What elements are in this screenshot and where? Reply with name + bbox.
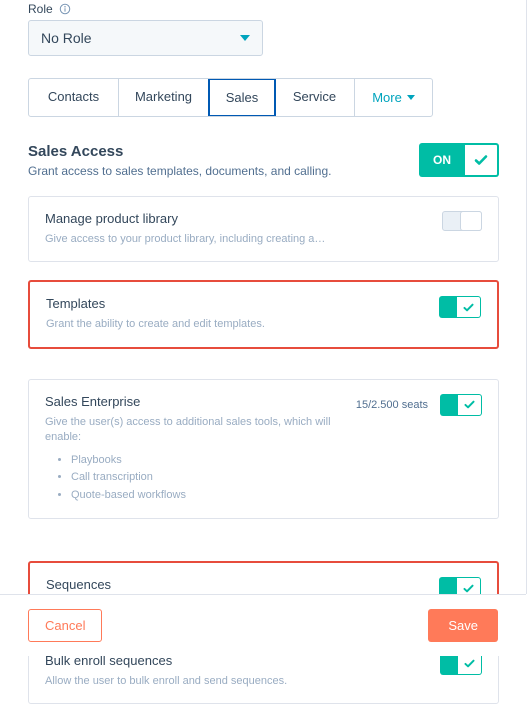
cancel-button[interactable]: Cancel <box>28 609 102 642</box>
tab-more-label: More <box>372 90 402 105</box>
footer-bar: Cancel Save <box>0 594 526 656</box>
product-library-toggle[interactable] <box>442 211 482 231</box>
category-tabs: Contacts Marketing Sales Service More <box>28 78 433 117</box>
bullet-item: Playbooks <box>71 452 344 470</box>
bullet-item: Quote-based workflows <box>71 487 344 505</box>
role-select[interactable]: No Role <box>28 20 263 56</box>
tab-more[interactable]: More <box>355 79 432 116</box>
check-icon <box>457 296 481 318</box>
seats-count: 15/2.500 seats <box>356 399 428 411</box>
card-desc: Grant the ability to create and edit tem… <box>46 317 265 332</box>
card-title: Sales Enterprise <box>45 394 344 409</box>
card-desc: Give access to your product library, inc… <box>45 232 325 247</box>
card-desc: Allow the user to bulk enroll and send s… <box>45 674 287 689</box>
role-select-value: No Role <box>41 30 92 46</box>
check-icon <box>465 143 499 177</box>
toggle-knob <box>460 211 482 231</box>
check-icon <box>458 394 482 416</box>
info-icon[interactable] <box>59 3 71 15</box>
enterprise-toggle[interactable] <box>440 394 482 416</box>
sales-access-title: Sales Access <box>28 143 332 160</box>
card-desc: Give the user(s) access to additional sa… <box>45 415 344 446</box>
bulk-enroll-toggle[interactable] <box>440 653 482 675</box>
card-title: Manage product library <box>45 211 325 226</box>
card-title: Sequences <box>46 577 267 592</box>
role-label: Role <box>28 2 53 16</box>
templates-toggle[interactable] <box>439 296 481 318</box>
save-button[interactable]: Save <box>428 609 498 642</box>
tab-service[interactable]: Service <box>275 79 355 116</box>
card-product-library: Manage product library Give access to yo… <box>28 196 499 262</box>
chevron-down-icon <box>407 95 415 100</box>
tab-marketing[interactable]: Marketing <box>119 79 209 116</box>
card-templates: Templates Grant the ability to create an… <box>28 280 499 348</box>
toggle-on-label: ON <box>419 143 465 177</box>
card-sales-enterprise: Sales Enterprise Give the user(s) access… <box>28 379 499 520</box>
sales-access-toggle[interactable]: ON <box>419 143 499 177</box>
sales-access-desc: Grant access to sales templates, documen… <box>28 164 332 178</box>
card-title: Templates <box>46 296 265 311</box>
check-icon <box>458 653 482 675</box>
bullet-item: Call transcription <box>71 469 344 487</box>
tab-contacts[interactable]: Contacts <box>29 79 119 116</box>
tab-sales[interactable]: Sales <box>208 78 276 117</box>
chevron-down-icon <box>240 35 250 41</box>
